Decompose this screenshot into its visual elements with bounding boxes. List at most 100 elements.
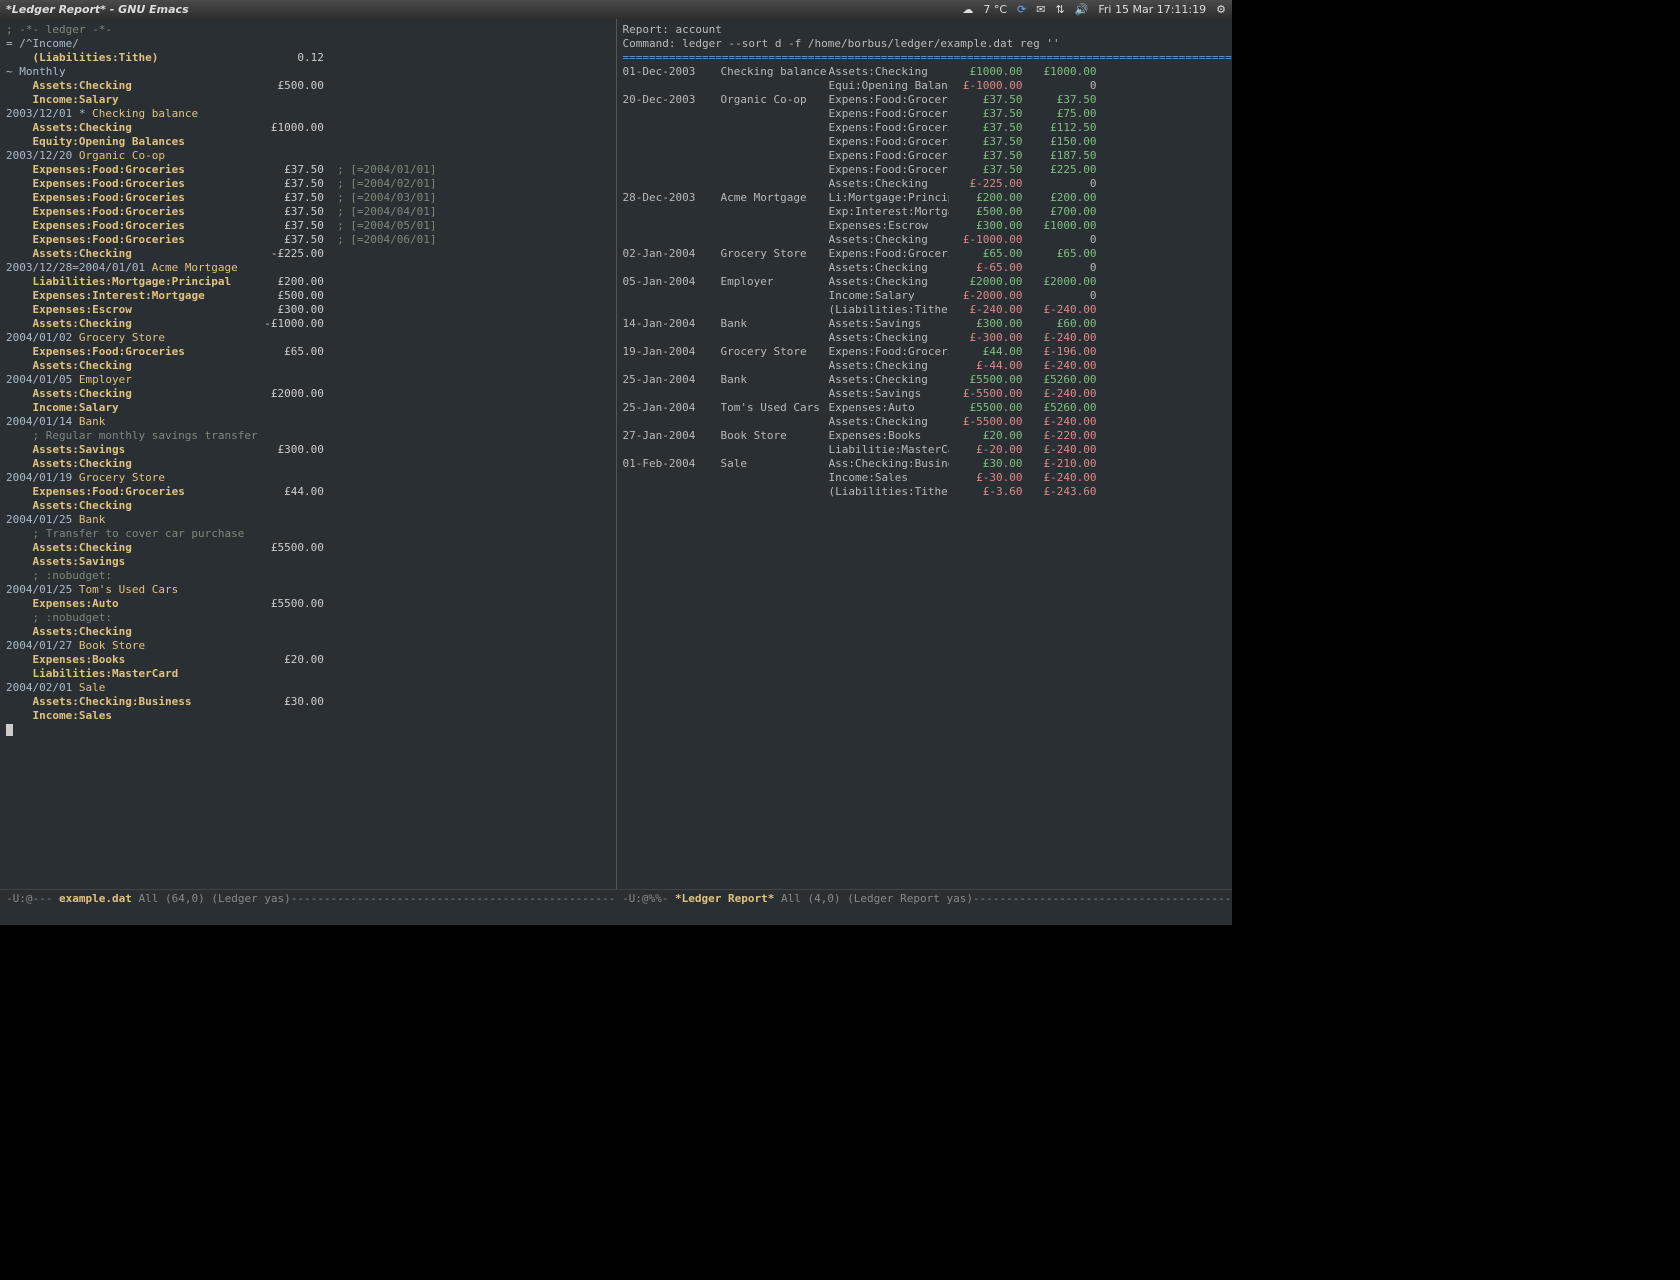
source-line[interactable]: Equity:Opening Balances	[6, 135, 610, 149]
source-line[interactable]: ; Regular monthly savings transfer	[6, 429, 610, 443]
register-row[interactable]: 01-Dec-2003Checking balanceAssets:Checki…	[623, 65, 1227, 79]
source-line[interactable]: Assets:Checking -£1000.00	[6, 317, 610, 331]
modeline-left[interactable]: -U:@--- example.dat All (64,0) (Ledger y…	[0, 890, 616, 907]
source-line[interactable]: (Liabilities:Tithe) 0.12	[6, 51, 610, 65]
source-line[interactable]: Assets:Checking £500.00	[6, 79, 610, 93]
source-line[interactable]: Expenses:Food:Groceries £37.50 ; [=2004/…	[6, 205, 610, 219]
source-line[interactable]: 2004/01/14 Bank	[6, 415, 610, 429]
source-line[interactable]: Expenses:Books £20.00	[6, 653, 610, 667]
register-row[interactable]: (Liabilities:Tithe)£-3.60£-243.60	[623, 485, 1227, 499]
source-line[interactable]: Assets:Checking:Business £30.00	[6, 695, 610, 709]
txn-payee: Employer	[72, 373, 132, 386]
register-row[interactable]: 02-Jan-2004Grocery StoreExpens:Food:Groc…	[623, 247, 1227, 261]
register-row[interactable]: Assets:Checking£-44.00£-240.00	[623, 359, 1227, 373]
source-line[interactable]: Assets:Checking £5500.00	[6, 541, 610, 555]
register-row[interactable]: Exp:Interest:Mortgage£500.00£700.00	[623, 205, 1227, 219]
source-line[interactable]: Expenses:Food:Groceries £37.50 ; [=2004/…	[6, 177, 610, 191]
source-line[interactable]: Expenses:Food:Groceries £37.50 ; [=2004/…	[6, 191, 610, 205]
register-row[interactable]: Assets:Checking£-1000.000	[623, 233, 1227, 247]
register-row[interactable]: 14-Jan-2004BankAssets:Savings£300.00£60.…	[623, 317, 1227, 331]
source-line[interactable]: 2004/01/02 Grocery Store	[6, 331, 610, 345]
source-line[interactable]: 2003/12/01 * Checking balance	[6, 107, 610, 121]
source-line[interactable]: ~ Monthly	[6, 65, 610, 79]
source-line[interactable]: Income:Salary	[6, 401, 610, 415]
source-line[interactable]: Expenses:Food:Groceries £37.50 ; [=2004/…	[6, 163, 610, 177]
source-line[interactable]: ; :nobudget:	[6, 569, 610, 583]
source-line[interactable]: Expenses:Interest:Mortgage £500.00	[6, 289, 610, 303]
register-row[interactable]: Assets:Checking£-225.000	[623, 177, 1227, 191]
source-line[interactable]: Income:Salary	[6, 93, 610, 107]
register-row[interactable]: Expenses:Escrow£300.00£1000.00	[623, 219, 1227, 233]
source-line[interactable]: 2003/12/28=2004/01/01 Acme Mortgage	[6, 261, 610, 275]
register-row[interactable]: Expens:Food:Groceries£37.50£187.50	[623, 149, 1227, 163]
source-line[interactable]: Expenses:Food:Groceries £37.50 ; [=2004/…	[6, 219, 610, 233]
posting-account: Expenses:Food:Groceries	[33, 233, 258, 246]
posting-account: Income:Salary	[33, 401, 258, 414]
source-line[interactable]: 2004/01/27 Book Store	[6, 639, 610, 653]
register-row[interactable]: Income:Sales£-30.00£-240.00	[623, 471, 1227, 485]
source-line[interactable]: Assets:Checking	[6, 625, 610, 639]
source-line[interactable]: Assets:Savings £300.00	[6, 443, 610, 457]
reg-amount: £-300.00	[949, 331, 1023, 345]
register-row[interactable]: Liabilitie:MasterCard£-20.00£-240.00	[623, 443, 1227, 457]
register-row[interactable]: Income:Salary£-2000.000	[623, 289, 1227, 303]
register-row[interactable]: Assets:Checking£-5500.00£-240.00	[623, 415, 1227, 429]
reg-payee	[721, 359, 829, 373]
register-row[interactable]: 05-Jan-2004EmployerAssets:Checking£2000.…	[623, 275, 1227, 289]
register-row[interactable]: Expens:Food:Groceries£37.50£150.00	[623, 135, 1227, 149]
modeline-right[interactable]: -U:@%%- *Ledger Report* All (4,0) (Ledge…	[616, 890, 1232, 907]
ledger-report-window[interactable]: Report: accountCommand: ledger --sort d …	[616, 19, 1233, 889]
source-line[interactable]: 2003/12/20 Organic Co-op	[6, 149, 610, 163]
register-row[interactable]: Expens:Food:Groceries£37.50£75.00	[623, 107, 1227, 121]
register-row[interactable]: (Liabilities:Tithe)£-240.00£-240.00	[623, 303, 1227, 317]
source-line[interactable]: Assets:Checking	[6, 499, 610, 513]
register-row[interactable]: 25-Jan-2004Tom's Used CarsExpenses:Auto£…	[623, 401, 1227, 415]
source-line[interactable]: ; -*- ledger -*-	[6, 23, 610, 37]
source-line[interactable]: = /^Income/	[6, 37, 610, 51]
source-line[interactable]: ; Transfer to cover car purchase	[6, 527, 610, 541]
register-row[interactable]: Assets:Checking£-65.000	[623, 261, 1227, 275]
clock-text[interactable]: Fri 15 Mar 17:11:19	[1098, 3, 1206, 16]
source-line[interactable]: 2004/01/25 Bank	[6, 513, 610, 527]
source-line[interactable]: Expenses:Food:Groceries £44.00	[6, 485, 610, 499]
source-line[interactable]: Assets:Checking	[6, 457, 610, 471]
source-line[interactable]: Assets:Checking	[6, 359, 610, 373]
settings-icon[interactable]: ⚙	[1216, 3, 1226, 16]
mail-icon[interactable]: ✉	[1036, 3, 1045, 16]
source-line[interactable]: 2004/01/19 Grocery Store	[6, 471, 610, 485]
source-line[interactable]: Income:Sales	[6, 709, 610, 723]
minibuffer[interactable]	[0, 907, 1232, 925]
source-line[interactable]: 2004/01/25 Tom's Used Cars	[6, 583, 610, 597]
source-line[interactable]: Expenses:Food:Groceries £37.50 ; [=2004/…	[6, 233, 610, 247]
register-row[interactable]: 25-Jan-2004BankAssets:Checking£5500.00£5…	[623, 373, 1227, 387]
reg-payee	[721, 415, 829, 429]
register-row[interactable]: 28-Dec-2003Acme MortgageLi:Mortgage:Prin…	[623, 191, 1227, 205]
register-row[interactable]: 19-Jan-2004Grocery StoreExpens:Food:Groc…	[623, 345, 1227, 359]
register-row[interactable]: 20-Dec-2003Organic Co-opExpens:Food:Groc…	[623, 93, 1227, 107]
source-line[interactable]: Assets:Checking -£225.00	[6, 247, 610, 261]
source-line[interactable]: Assets:Checking £1000.00	[6, 121, 610, 135]
register-row[interactable]: Equi:Opening Balances£-1000.000	[623, 79, 1227, 93]
ledger-source-window[interactable]: ; -*- ledger -*-= /^Income/ (Liabilities…	[0, 19, 616, 889]
source-line[interactable]: 2004/02/01 Sale	[6, 681, 610, 695]
weather-text[interactable]: 7 °C	[983, 3, 1007, 16]
source-line[interactable]: Assets:Savings	[6, 555, 610, 569]
register-row[interactable]: 01-Feb-2004SaleAss:Checking:Business£30.…	[623, 457, 1227, 471]
source-line[interactable]: Assets:Checking £2000.00	[6, 387, 610, 401]
source-line[interactable]: Liabilities:Mortgage:Principal £200.00	[6, 275, 610, 289]
volume-icon[interactable]: 🔊	[1075, 3, 1089, 16]
register-row[interactable]: Expens:Food:Groceries£37.50£225.00	[623, 163, 1227, 177]
source-line[interactable]: ; :nobudget:	[6, 611, 610, 625]
source-line[interactable]: Expenses:Escrow £300.00	[6, 303, 610, 317]
network-icon[interactable]: ⇅	[1055, 3, 1064, 16]
source-line[interactable]: Expenses:Auto £5500.00	[6, 597, 610, 611]
source-line[interactable]: Liabilities:MasterCard	[6, 667, 610, 681]
register-row[interactable]: Assets:Savings£-5500.00£-240.00	[623, 387, 1227, 401]
source-line[interactable]: 2004/01/05 Employer	[6, 373, 610, 387]
refresh-icon[interactable]: ⟳	[1017, 3, 1026, 16]
weather-icon[interactable]: ☁	[962, 3, 973, 16]
register-row[interactable]: Assets:Checking£-300.00£-240.00	[623, 331, 1227, 345]
source-line[interactable]: Expenses:Food:Groceries £65.00	[6, 345, 610, 359]
register-row[interactable]: 27-Jan-2004Book StoreExpenses:Books£20.0…	[623, 429, 1227, 443]
register-row[interactable]: Expens:Food:Groceries£37.50£112.50	[623, 121, 1227, 135]
